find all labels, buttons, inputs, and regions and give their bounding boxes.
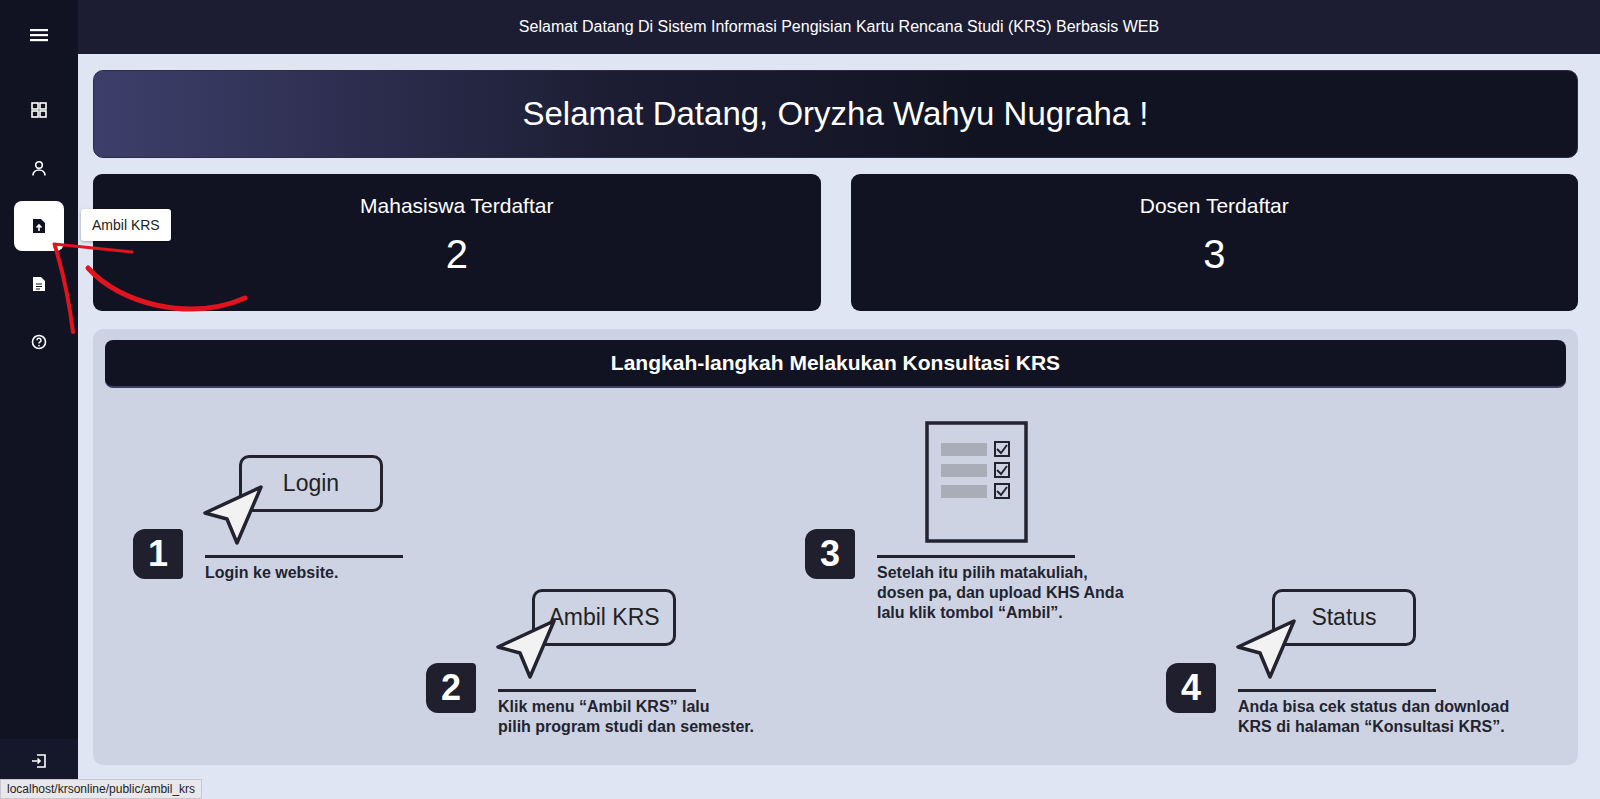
sidebar-item[interactable] bbox=[14, 317, 64, 367]
step-text: Login ke website. bbox=[205, 563, 505, 583]
steps-title: Langkah-langkah Melakukan Konsultasi KRS bbox=[611, 351, 1060, 375]
stat-value: 3 bbox=[1203, 232, 1225, 277]
step: 2Ambil KRSKlik menu “Ambil KRS” lalupili… bbox=[426, 589, 746, 759]
step-text-line: Klik menu “Ambil KRS” lalu bbox=[498, 697, 798, 717]
stat-label: Dosen Terdaftar bbox=[1140, 194, 1289, 218]
checklist-document-icon bbox=[925, 421, 1028, 543]
hamburger-icon bbox=[30, 28, 48, 42]
cursor-icon bbox=[201, 483, 265, 547]
step-divider bbox=[877, 555, 1075, 558]
step-divider bbox=[1238, 689, 1436, 692]
steps-header: Langkah-langkah Melakukan Konsultasi KRS bbox=[105, 340, 1566, 388]
step-text-line: Anda bisa cek status dan download bbox=[1238, 697, 1538, 717]
annotation-arrow-icon bbox=[0, 0, 1600, 799]
step-number: 4 bbox=[1166, 663, 1216, 713]
content: Selamat Datang, Oryzha Wahyu Nugraha ! Ma… bbox=[78, 54, 1600, 799]
sidebar-item[interactable] bbox=[14, 85, 64, 135]
page-title: Selamat Datang Di Sistem Informasi Pengi… bbox=[519, 18, 1159, 36]
dashboard-icon bbox=[31, 102, 47, 118]
main-area: Selamat Datang Di Sistem Informasi Pengi… bbox=[78, 0, 1600, 799]
step: 4StatusAnda bisa cek status dan download… bbox=[1166, 589, 1486, 759]
status-bar: localhost/krsonline/public/ambil_krs bbox=[0, 779, 202, 799]
step-text: Klik menu “Ambil KRS” lalupilih program … bbox=[498, 697, 798, 737]
step-text-line: pilih program studi dan semester. bbox=[498, 717, 798, 737]
step-button: Status bbox=[1272, 589, 1416, 646]
step-button: Login bbox=[239, 455, 383, 512]
top-bar: Selamat Datang Di Sistem Informasi Pengi… bbox=[78, 0, 1600, 54]
step-text: Anda bisa cek status dan downloadKRS di … bbox=[1238, 697, 1538, 737]
welcome-card: Selamat Datang, Oryzha Wahyu Nugraha ! bbox=[93, 70, 1578, 158]
step-text-line: Setelah itu pilih matakuliah, bbox=[877, 563, 1177, 583]
tooltip: Ambil KRS bbox=[81, 209, 171, 241]
help-icon bbox=[31, 334, 47, 350]
stat-card: Mahasiswa Terdaftar 2 bbox=[93, 174, 821, 311]
step-button-label: Login bbox=[283, 470, 339, 497]
step-text-line: KRS di halaman “Konsultasi KRS”. bbox=[1238, 717, 1538, 737]
step-button-label: Status bbox=[1311, 604, 1376, 631]
step-button-label: Ambil KRS bbox=[548, 604, 659, 631]
step-button: Ambil KRS bbox=[532, 589, 676, 646]
step-text: Setelah itu pilih matakuliah,dosen pa, d… bbox=[877, 563, 1177, 623]
stat-card: Dosen Terdaftar 3 bbox=[851, 174, 1579, 311]
welcome-text: Selamat Datang, Oryzha Wahyu Nugraha ! bbox=[522, 95, 1148, 133]
step: 3Setelah itu pilih matakuliah,dosen pa, … bbox=[805, 455, 1125, 625]
sidebar-menu: Ambil KRS bbox=[14, 85, 64, 367]
user-icon bbox=[31, 160, 47, 176]
steps-panel: Langkah-langkah Melakukan Konsultasi KRS… bbox=[93, 329, 1578, 765]
menu-toggle[interactable] bbox=[0, 0, 78, 70]
stat-label: Mahasiswa Terdaftar bbox=[360, 194, 553, 218]
step: 1LoginLogin ke website. bbox=[133, 455, 453, 625]
sidebar-item[interactable] bbox=[14, 143, 64, 193]
cursor-icon bbox=[1234, 617, 1298, 681]
file-upload-icon bbox=[31, 218, 47, 234]
logout-icon bbox=[31, 753, 47, 769]
sidebar-item[interactable]: Ambil KRS bbox=[14, 201, 64, 251]
step-text-line: dosen pa, dan upload KHS Anda bbox=[877, 583, 1177, 603]
step-divider bbox=[498, 689, 696, 692]
step-text-line: Login ke website. bbox=[205, 563, 505, 583]
step-number: 1 bbox=[133, 529, 183, 579]
step-text-line: lalu klik tombol “Ambil”. bbox=[877, 603, 1177, 623]
step-divider bbox=[205, 555, 403, 558]
cursor-icon bbox=[494, 617, 558, 681]
step-number: 2 bbox=[426, 663, 476, 713]
stats-row: Mahasiswa Terdaftar 2 Dosen Terdaftar 3 bbox=[93, 174, 1578, 311]
step-number: 3 bbox=[805, 529, 855, 579]
sidebar-item[interactable] bbox=[14, 259, 64, 309]
document-icon bbox=[31, 276, 47, 292]
sidebar: Ambil KRS bbox=[0, 0, 78, 799]
stat-value: 2 bbox=[446, 232, 468, 277]
